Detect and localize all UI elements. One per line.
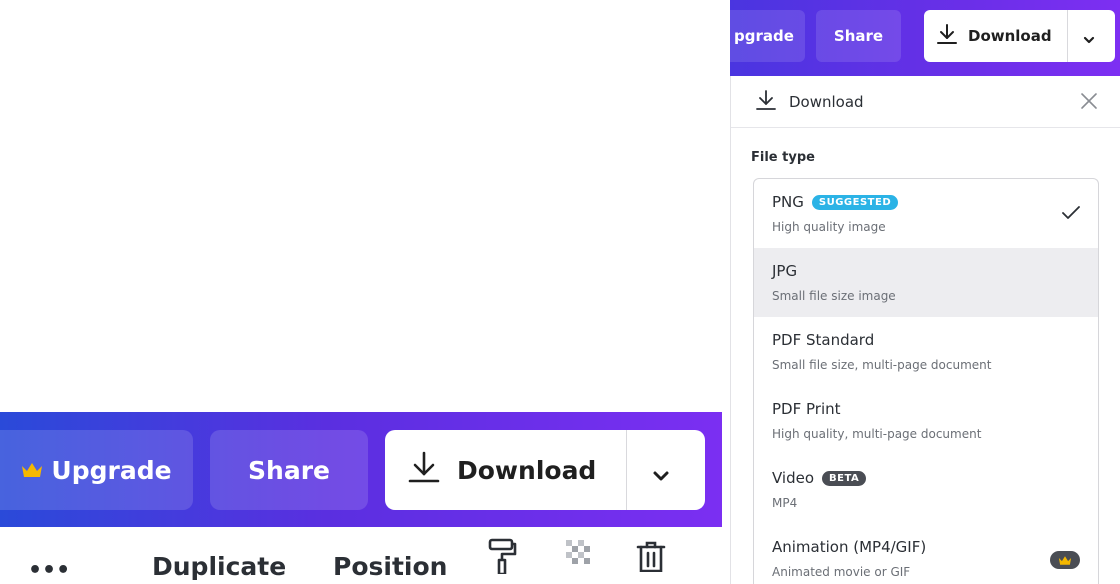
duplicate-button[interactable]: Duplicate (152, 552, 286, 581)
download-label: Download (457, 455, 597, 485)
file-type-option-animation[interactable]: Animation (MP4/GIF) Animated movie or GI… (754, 524, 1098, 584)
option-title: Animation (MP4/GIF) (772, 538, 927, 556)
file-type-option-video[interactable]: Video BETA MP4 (754, 455, 1098, 524)
trash-icon[interactable] (636, 540, 666, 572)
share-button-zoomed[interactable]: Share (210, 430, 368, 510)
download-icon (755, 89, 777, 115)
option-subtitle: MP4 (772, 496, 798, 510)
position-button[interactable]: Position (333, 552, 447, 581)
download-panel: Download File type PNG SUGGESTED High qu… (730, 76, 1120, 584)
upgrade-button[interactable]: pgrade (730, 10, 805, 62)
download-icon (407, 450, 441, 490)
file-type-label: File type (751, 150, 815, 165)
download-icon (936, 23, 958, 49)
file-type-option-jpg[interactable]: JPG Small file size image (754, 248, 1098, 317)
zoomed-edit-toolbar: ••• Duplicate Position (0, 538, 722, 584)
share-label: Share (248, 455, 330, 485)
download-button[interactable]: Download (924, 10, 1115, 62)
panel-title: Download (789, 92, 864, 111)
upgrade-button-zoomed[interactable]: Upgrade (0, 430, 193, 510)
file-type-list: PNG SUGGESTED High quality image JPG Sma… (753, 178, 1099, 584)
option-subtitle: Small file size, multi-page document (772, 358, 992, 372)
header-bar: pgrade Share Download (730, 0, 1120, 76)
option-title: JPG (772, 262, 798, 280)
option-title: PDF Print (772, 400, 841, 418)
transparency-icon[interactable] (566, 540, 592, 566)
option-subtitle: Small file size image (772, 289, 896, 303)
option-subtitle: Animated movie or GIF (772, 565, 911, 579)
upgrade-label: Upgrade (51, 455, 172, 485)
download-button-zoomed[interactable]: Download (385, 430, 705, 510)
share-button[interactable]: Share (816, 10, 901, 62)
check-icon (1062, 205, 1080, 224)
paint-roller-icon[interactable] (487, 538, 517, 574)
panel-header: Download (731, 76, 1120, 128)
option-title: PNG (772, 193, 804, 211)
file-type-option-png[interactable]: PNG SUGGESTED High quality image (754, 179, 1098, 248)
file-type-option-pdf-standard[interactable]: PDF Standard Small file size, multi-page… (754, 317, 1098, 386)
option-subtitle: High quality image (772, 220, 886, 234)
chevron-down-icon[interactable] (651, 460, 671, 489)
beta-badge: BETA (822, 470, 867, 486)
file-type-option-pdf-print[interactable]: PDF Print High quality, multi-page docum… (754, 386, 1098, 455)
crown-icon (21, 461, 43, 479)
button-divider (626, 430, 627, 510)
option-subtitle: High quality, multi-page document (772, 427, 982, 441)
share-label: Share (833, 27, 884, 45)
button-divider (1067, 10, 1068, 62)
download-label: Download (968, 27, 1052, 45)
chevron-down-icon[interactable] (1082, 31, 1096, 49)
option-title: PDF Standard (772, 331, 875, 349)
premium-crown-badge (1050, 551, 1080, 569)
suggested-badge: SUGGESTED (811, 194, 899, 210)
crown-icon (1058, 551, 1072, 570)
option-title: Video (772, 469, 815, 487)
more-options-button[interactable]: ••• (28, 558, 70, 583)
close-icon[interactable] (1079, 91, 1099, 115)
upgrade-label: pgrade (734, 27, 794, 45)
